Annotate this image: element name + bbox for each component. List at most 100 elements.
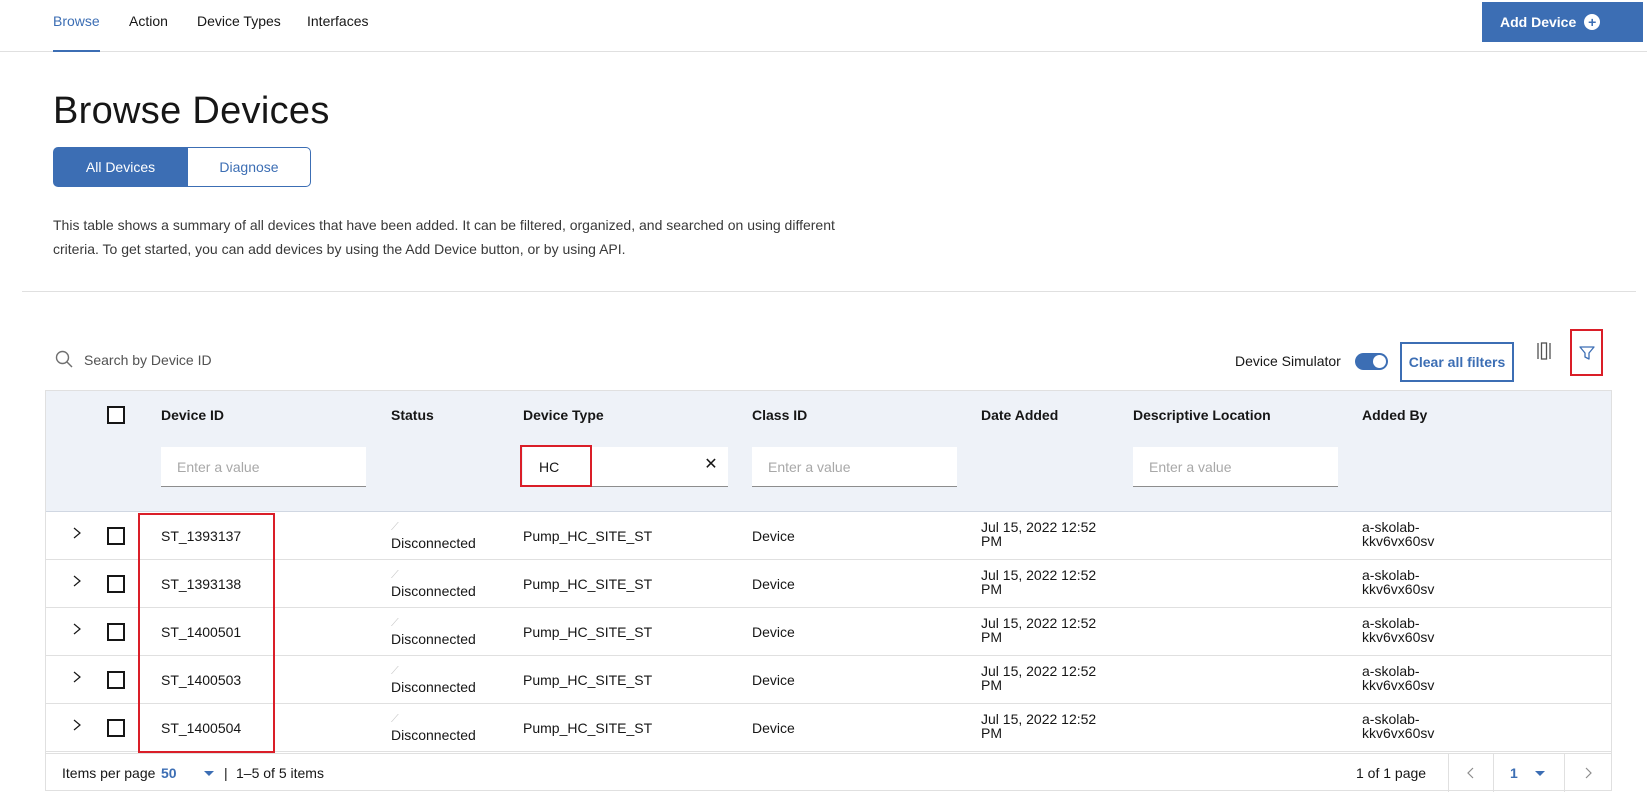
chevron-right-icon[interactable] — [70, 526, 84, 540]
device-type-cell: Pump_HC_SITE_ST — [523, 624, 653, 640]
header-descriptive-location[interactable]: Descriptive Location — [1133, 407, 1271, 423]
added-by-cell: a-skolab-kkv6vx60sv — [1362, 712, 1472, 740]
row-checkbox[interactable] — [107, 527, 125, 545]
table-row[interactable]: ST_1393138 ⟋ Disconnected Pump_HC_SITE_S… — [46, 560, 1611, 608]
device-id-cell: ST_1400501 — [161, 624, 242, 640]
divider — [1493, 754, 1494, 792]
table-row[interactable]: ST_1393137 ⟋ Disconnected Pump_HC_SITE_S… — [46, 512, 1611, 560]
chevron-right-icon[interactable] — [70, 574, 84, 588]
tab-interfaces[interactable]: Interfaces — [307, 0, 368, 52]
class-id-filter-input[interactable] — [752, 447, 957, 487]
caret-down-icon[interactable] — [204, 771, 214, 776]
class-id-cell: Device — [752, 624, 795, 640]
date-line: PM — [981, 581, 1002, 597]
date-added-cell: Jul 15, 2022 12:52 PM — [981, 616, 1131, 644]
chevron-right-icon[interactable] — [70, 718, 84, 732]
header-device-id[interactable]: Device ID — [161, 407, 224, 423]
device-type-cell: Pump_HC_SITE_ST — [523, 576, 653, 592]
device-simulator-toggle[interactable] — [1355, 353, 1388, 370]
chevron-right-icon[interactable] — [70, 670, 84, 684]
date-line: Jul 15, 2022 12:52 — [981, 519, 1097, 535]
page-title: Browse Devices — [53, 90, 330, 132]
header-class-id[interactable]: Class ID — [752, 407, 807, 423]
device-id-filter-input[interactable] — [161, 447, 366, 487]
disconnected-icon: ⟋ — [391, 569, 399, 581]
date-line: Jul 15, 2022 12:52 — [981, 567, 1097, 583]
segment-diagnose[interactable]: Diagnose — [187, 147, 311, 187]
device-type-cell: Pump_HC_SITE_ST — [523, 720, 653, 736]
device-id-cell: ST_1393138 — [161, 576, 242, 592]
tab-browse[interactable]: Browse — [53, 0, 100, 52]
class-id-cell: Device — [752, 576, 795, 592]
class-id-cell: Device — [752, 720, 795, 736]
table-row[interactable]: ST_1400503 ⟋ Disconnected Pump_HC_SITE_S… — [46, 656, 1611, 704]
current-page-select[interactable]: 1 — [1510, 765, 1518, 781]
table-row[interactable]: ST_1400504 ⟋ Disconnected Pump_HC_SITE_S… — [46, 704, 1611, 752]
chevron-right-icon[interactable] — [70, 622, 84, 636]
pagination-bar: Items per page 50 | 1–5 of 5 items 1 of … — [46, 753, 1611, 792]
row-checkbox[interactable] — [107, 575, 125, 593]
header-status[interactable]: Status — [391, 407, 434, 423]
date-line: Jul 15, 2022 12:52 — [981, 711, 1097, 727]
header-added-by[interactable]: Added By — [1362, 407, 1427, 423]
search-input[interactable] — [84, 348, 384, 372]
items-range: 1–5 of 5 items — [236, 765, 324, 781]
pagination-separator: | — [224, 765, 228, 781]
device-id-cell: ST_1393137 — [161, 528, 242, 544]
row-checkbox[interactable] — [107, 623, 125, 641]
close-icon[interactable]: ✕ — [701, 455, 721, 475]
clear-all-filters-button[interactable]: Clear all filters — [1400, 342, 1514, 382]
add-circle-icon: + — [1584, 14, 1601, 30]
add-device-button[interactable]: Add Device + — [1482, 2, 1643, 42]
date-line: Jul 15, 2022 12:52 — [981, 615, 1097, 631]
device-simulator-label: Device Simulator — [1235, 353, 1341, 369]
row-checkbox[interactable] — [107, 719, 125, 737]
row-checkbox[interactable] — [107, 671, 125, 689]
disconnected-icon: ⟋ — [391, 521, 399, 533]
added-by-cell: a-skolab-kkv6vx60sv — [1362, 568, 1472, 596]
added-by-cell: a-skolab-kkv6vx60sv — [1362, 616, 1472, 644]
column-settings-icon[interactable] — [1536, 342, 1552, 360]
next-page-button[interactable] — [1566, 754, 1610, 792]
chevron-left-icon — [1467, 767, 1474, 779]
table-row[interactable]: ST_1400501 ⟋ Disconnected Pump_HC_SITE_S… — [46, 608, 1611, 656]
device-type-filter-input[interactable] — [523, 447, 728, 487]
date-added-cell: Jul 15, 2022 12:52 PM — [981, 568, 1131, 596]
added-by-line: a-skolab- — [1362, 663, 1420, 679]
disconnected-icon: ⟋ — [391, 665, 399, 677]
status-cell: Disconnected — [391, 583, 476, 599]
disconnected-icon: ⟋ — [391, 713, 399, 725]
descriptive-location-filter-input[interactable] — [1133, 447, 1338, 487]
segment-all-devices[interactable]: All Devices — [53, 147, 188, 187]
header-device-type[interactable]: Device Type — [523, 407, 604, 423]
date-line: PM — [981, 725, 1002, 741]
date-line: Jul 15, 2022 12:52 — [981, 663, 1097, 679]
device-type-cell: Pump_HC_SITE_ST — [523, 672, 653, 688]
added-by-line: a-skolab- — [1362, 711, 1420, 727]
status-cell: Disconnected — [391, 679, 476, 695]
device-id-cell: ST_1400503 — [161, 672, 242, 688]
tab-device-types[interactable]: Device Types — [197, 0, 281, 52]
added-by-line: a-skolab- — [1362, 567, 1420, 583]
filter-button[interactable] — [1570, 329, 1603, 376]
caret-down-icon[interactable] — [1535, 771, 1545, 776]
class-id-cell: Device — [752, 528, 795, 544]
page-count: 1 of 1 page — [1356, 765, 1427, 781]
added-by-line: kkv6vx60sv — [1362, 629, 1435, 645]
chevron-right-icon — [1585, 767, 1592, 779]
header-date-added[interactable]: Date Added — [981, 407, 1058, 423]
added-by-line: kkv6vx60sv — [1362, 725, 1435, 741]
devices-table: Device ID Status Device Type Class ID Da… — [45, 390, 1612, 792]
top-navigation: Browse Action Device Types Interfaces Ad… — [0, 0, 1647, 52]
added-by-line: kkv6vx60sv — [1362, 581, 1435, 597]
date-line: PM — [981, 677, 1002, 693]
toggle-knob — [1373, 355, 1386, 368]
date-added-cell: Jul 15, 2022 12:52 PM — [981, 712, 1131, 740]
status-cell: Disconnected — [391, 535, 476, 551]
tab-action[interactable]: Action — [129, 0, 168, 52]
items-per-page-select[interactable]: 50 — [161, 765, 177, 781]
added-by-line: a-skolab- — [1362, 615, 1420, 631]
select-all-checkbox[interactable] — [107, 406, 125, 424]
previous-page-button[interactable] — [1449, 754, 1493, 792]
date-line: PM — [981, 629, 1002, 645]
